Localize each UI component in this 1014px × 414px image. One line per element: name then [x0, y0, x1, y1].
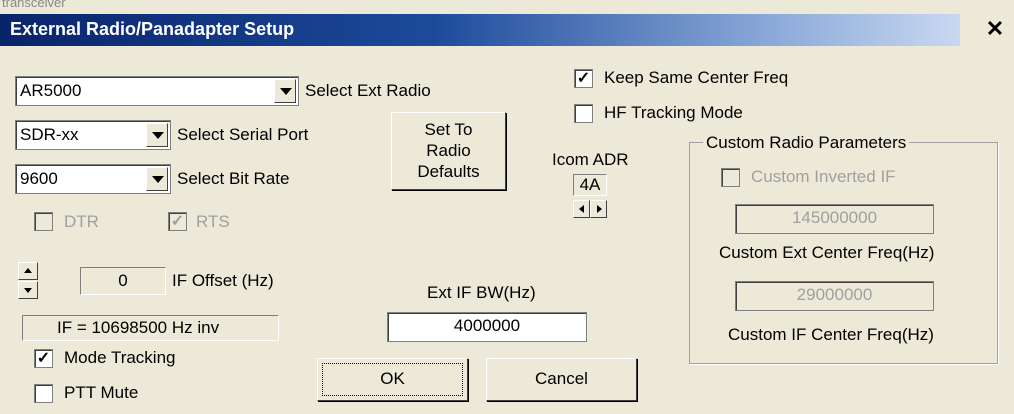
hf-tracking-label: HF Tracking Mode [604, 103, 743, 122]
defaults-line-1: Set To [424, 120, 473, 139]
ext-if-bw-label: Ext IF BW(Hz) [427, 283, 536, 302]
cancel-button[interactable]: Cancel [486, 358, 637, 401]
custom-params-title: Custom Radio Parameters [703, 132, 910, 154]
if-readout: IF = 10698500 Hz inv [22, 315, 279, 341]
chevron-down-icon[interactable] [146, 123, 168, 147]
ptt-mute-checkbox[interactable] [34, 384, 53, 403]
rts-checkbox[interactable]: ✓ [168, 212, 187, 231]
title-bar: transceiver External Radio/Panadapter Se… [0, 0, 1014, 46]
ptt-mute-label: PTT Mute [64, 383, 139, 402]
window-title: External Radio/Panadapter Setup [10, 19, 295, 39]
custom-ext-center-label: Custom Ext Center Freq(Hz) [719, 243, 935, 262]
custom-inverted-if-label: Custom Inverted IF [751, 167, 896, 186]
mode-tracking-label: Mode Tracking [64, 348, 176, 367]
icom-adr-increment-button[interactable] [590, 200, 607, 218]
chevron-down-icon[interactable] [274, 79, 296, 103]
defaults-line-3: Defaults [417, 162, 480, 181]
dtr-checkbox[interactable] [34, 212, 53, 231]
if-offset-down-button[interactable] [18, 281, 38, 299]
bit-rate-select[interactable]: 9600 [15, 164, 171, 194]
custom-ext-center-input[interactable]: 145000000 [735, 204, 934, 234]
setup-dialog: transceiver External Radio/Panadapter Se… [0, 0, 1014, 414]
serial-port-select[interactable]: SDR-xx [15, 120, 171, 150]
ext-radio-select[interactable]: AR5000 [15, 76, 299, 106]
if-offset-label: IF Offset (Hz) [172, 271, 274, 290]
dtr-label: DTR [64, 212, 99, 231]
icom-adr-value: 4A [573, 174, 607, 196]
ext-radio-label: Select Ext Radio [305, 81, 431, 100]
background-window-text: transceiver [2, 0, 66, 10]
custom-if-center-input[interactable]: 29000000 [735, 281, 934, 311]
custom-inverted-if-checkbox[interactable] [721, 168, 740, 187]
ok-label: OK [380, 369, 405, 388]
chevron-down-icon[interactable] [146, 167, 168, 191]
keep-center-freq-checkbox[interactable]: ✓ [574, 69, 593, 88]
bit-rate-value: 9600 [20, 169, 58, 188]
close-icon[interactable]: ✕ [982, 16, 1008, 42]
icom-adr-label: Icom ADR [552, 150, 629, 169]
if-offset-up-button[interactable] [18, 262, 38, 280]
custom-if-center-label: Custom IF Center Freq(Hz) [728, 325, 934, 344]
ok-button[interactable]: OK [317, 358, 468, 401]
ext-radio-value: AR5000 [20, 81, 82, 100]
cancel-label: Cancel [535, 369, 588, 388]
rts-label: RTS [196, 212, 230, 231]
if-offset-value: 0 [80, 267, 166, 295]
icom-adr-decrement-button[interactable] [573, 200, 590, 218]
ext-if-bw-input[interactable]: 4000000 [387, 312, 587, 342]
mode-tracking-checkbox[interactable]: ✓ [34, 349, 53, 368]
serial-port-value: SDR-xx [20, 125, 79, 144]
serial-port-label: Select Serial Port [177, 125, 309, 144]
bit-rate-label: Select Bit Rate [177, 169, 290, 188]
set-radio-defaults-button[interactable]: Set To Radio Defaults [391, 112, 506, 190]
defaults-line-2: Radio [426, 141, 471, 160]
keep-center-freq-label: Keep Same Center Freq [604, 68, 789, 87]
hf-tracking-checkbox[interactable] [574, 104, 593, 123]
